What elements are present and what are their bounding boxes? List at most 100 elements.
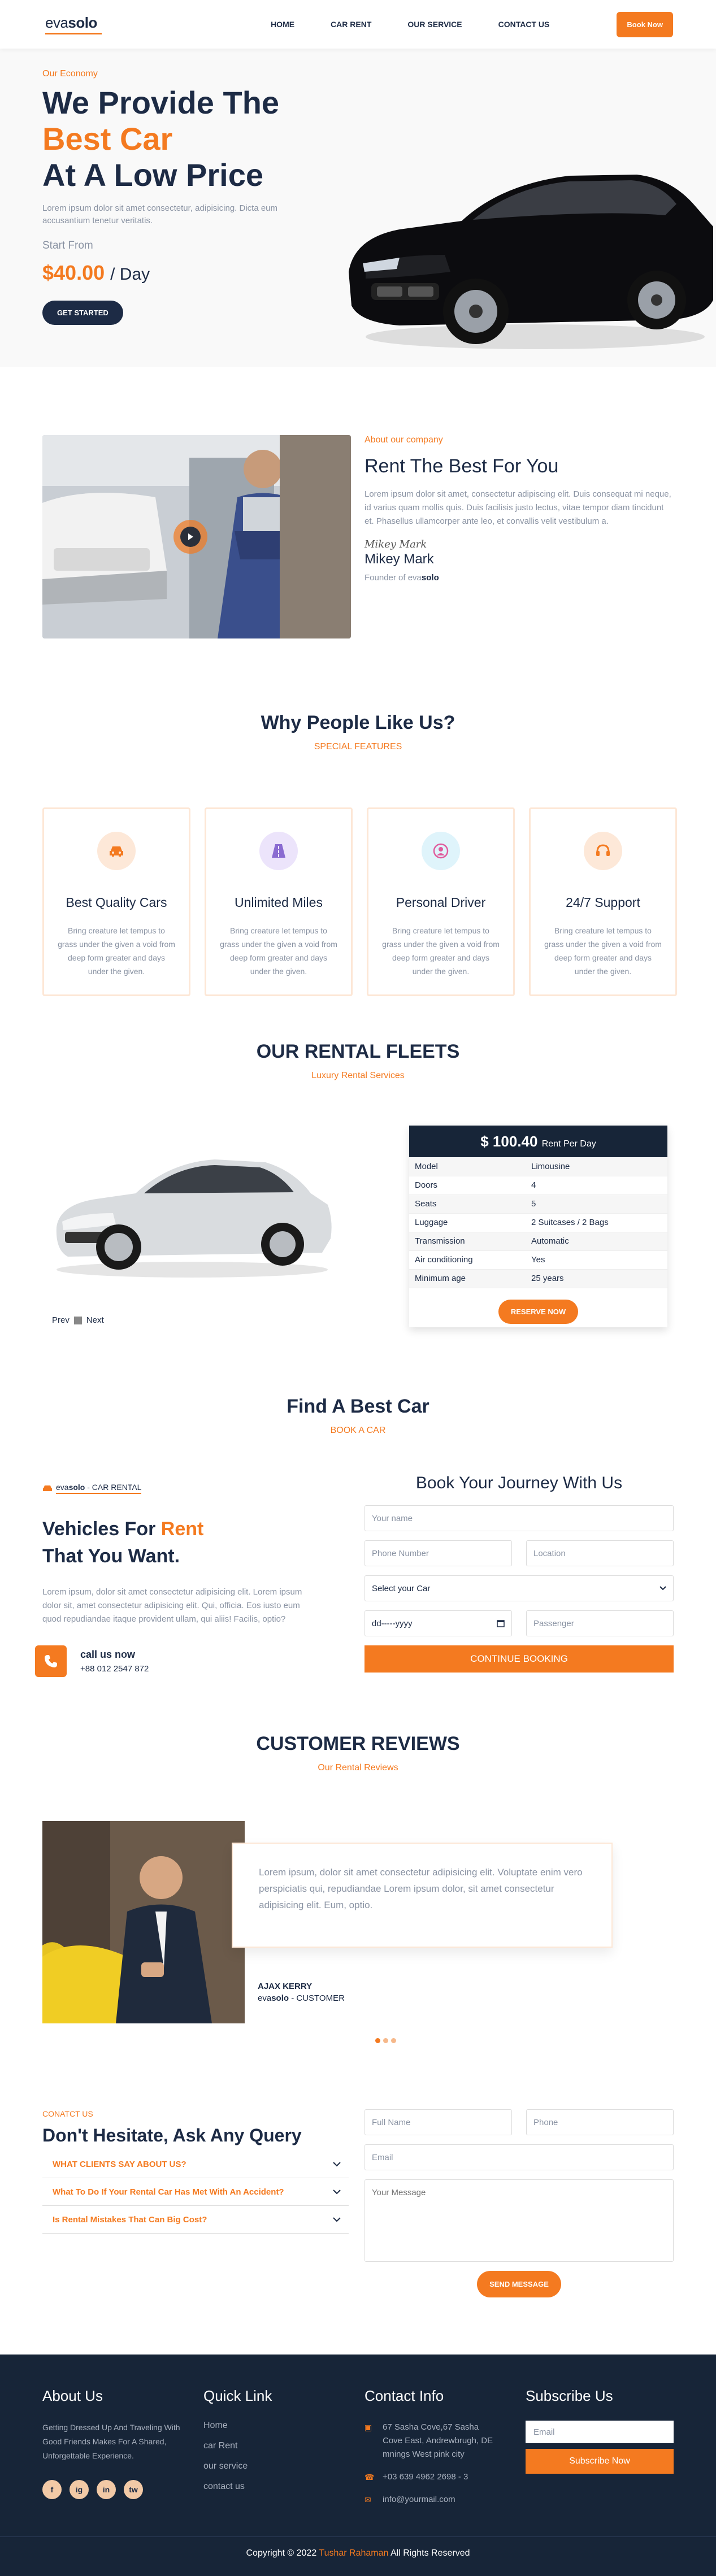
founder-role-brand: solo — [421, 573, 439, 583]
small-car-icon — [43, 1485, 52, 1491]
vehicles-heading-part1: Vehicles For — [42, 1518, 161, 1540]
instagram-icon[interactable]: ig — [70, 2480, 89, 2499]
spec-label: Minimum age — [409, 1269, 526, 1288]
twitter-icon[interactable]: tw — [124, 2480, 143, 2499]
reviewer-role-tail: - CUSTOMER — [289, 1993, 345, 2003]
hero-section: Our Economy We Provide The Best Car At A… — [0, 49, 716, 367]
founder-role-prefix: Founder of eva — [364, 573, 422, 583]
about-eyebrow: About our company — [364, 435, 443, 445]
nav-link-contact-us[interactable]: CONTACT US — [498, 20, 550, 29]
footer-link-car-rent[interactable]: car Rent — [203, 2441, 272, 2451]
copyright-author[interactable]: Tushar Rahaman — [319, 2548, 388, 2558]
contact-section: CONATCT US Don't Hesitate, Ask Any Query… — [0, 2075, 716, 2355]
continue-booking-button[interactable]: CONTINUE BOOKING — [364, 1645, 674, 1673]
footer-link-home[interactable]: Home — [203, 2421, 272, 2431]
founder-role: Founder of evasolo — [364, 573, 672, 583]
subscribe-email-input[interactable]: Email — [526, 2421, 674, 2443]
tag-brand-light: eva — [56, 1483, 69, 1492]
tag-brand-bold: solo — [68, 1483, 85, 1492]
hero-heading-line3: At A Low Price — [42, 157, 264, 193]
car-select[interactable]: Select your Car — [364, 1575, 674, 1601]
mechanic-photo — [42, 435, 351, 638]
contact-eyebrow: CONATCT US — [42, 2109, 93, 2118]
nav-link-car-rent[interactable]: CAR RENT — [331, 20, 371, 29]
location-input[interactable]: Location — [526, 1540, 674, 1566]
phone-input[interactable]: Phone Number — [364, 1540, 512, 1566]
faq-item[interactable]: Is Rental Mistakes That Can Big Cost? — [42, 2206, 349, 2234]
footer-phone[interactable]: ☎ +03 639 4962 2698 - 3 — [364, 2470, 500, 2484]
fleet-car-image — [56, 1159, 332, 1278]
carousel-dot[interactable] — [375, 2038, 380, 2043]
top-navbar: evasolo HOME CAR RENT OUR SERVICE CONTAC… — [0, 0, 716, 49]
location-icon: ▣ — [364, 2423, 372, 2432]
road-icon — [259, 832, 298, 870]
driver-icon — [422, 832, 460, 870]
reviewer-role-light: eva — [258, 1993, 272, 2003]
footer-link-contact-us[interactable]: contact us — [203, 2482, 272, 2492]
nav-link-our-service[interactable]: OUR SERVICE — [407, 20, 462, 29]
name-input[interactable]: Your name — [364, 1505, 674, 1531]
spec-label: Model — [409, 1157, 526, 1176]
spec-label: Doors — [409, 1176, 526, 1195]
spec-value: 25 years — [526, 1269, 667, 1288]
play-icon — [180, 527, 201, 547]
faq-item[interactable]: WHAT CLIENTS SAY ABOUT US? — [42, 2151, 349, 2178]
carousel-dot[interactable] — [383, 2038, 388, 2043]
table-row: Doors 4 — [409, 1176, 667, 1195]
subscribe-now-button[interactable]: Subscribe Now — [526, 2449, 674, 2474]
message-textarea[interactable] — [364, 2179, 674, 2262]
book-now-button[interactable]: Book Now — [617, 11, 673, 37]
table-row: Air conditioning Yes — [409, 1250, 667, 1270]
find-paragraph: Lorem ipsum, dolor sit amet consectetur … — [42, 1587, 302, 1624]
calendar-icon[interactable] — [497, 1619, 505, 1627]
logo-underline — [45, 33, 102, 34]
video-play-button[interactable] — [173, 520, 207, 554]
passenger-input[interactable]: Passenger — [526, 1610, 674, 1636]
copyright: Copyright © 2022 Tushar Rahaman All Righ… — [0, 2548, 716, 2558]
about-title: Rent The Best For You — [364, 455, 559, 477]
booking-form-title: Book Your Journey With Us — [415, 1474, 623, 1492]
footer-link-our-service[interactable]: our service — [203, 2461, 272, 2471]
phone-icon[interactable] — [35, 1645, 67, 1677]
facebook-icon[interactable]: f — [42, 2480, 62, 2499]
footer-email[interactable]: ✉ info@yourmail.com — [364, 2493, 500, 2507]
footer-contact-info: Contact Info ▣ 67 Sasha Cove,67 Sasha Cov… — [364, 2387, 500, 2516]
prev-button[interactable]: Prev — [52, 1315, 70, 1325]
contact-form: Full Name Phone Email SEND MESSAGE — [364, 2109, 674, 2297]
logo-light-text: eva — [45, 14, 68, 31]
phone-input[interactable]: Phone — [526, 2109, 674, 2135]
spec-value: 2 Suitcases / 2 Bags — [526, 1213, 667, 1232]
table-row: Seats 5 — [409, 1194, 667, 1214]
table-row: Luggage 2 Suitcases / 2 Bags — [409, 1213, 667, 1232]
reviewer-role-bold: solo — [271, 1993, 289, 2003]
review-carousel-dots — [375, 2038, 396, 2043]
next-button[interactable]: Next — [86, 1315, 104, 1325]
faq-item[interactable]: What To Do If Your Rental Car Has Met Wi… — [42, 2178, 349, 2206]
date-input[interactable]: dd-----yyyy — [364, 1610, 512, 1636]
brand-logo[interactable]: evasolo — [45, 14, 102, 34]
footer-about: About Us Getting Dressed Up And Travelin… — [42, 2387, 189, 2499]
faq-list: WHAT CLIENTS SAY ABOUT US? What To Do If… — [42, 2151, 349, 2234]
booking-row: dd-----yyyy Passenger — [364, 1610, 674, 1636]
footer-email-text: info@yourmail.com — [383, 2495, 455, 2504]
spec-table: Model Limousine Doors 4 Seats 5 Luggage 2 Su… — [409, 1157, 667, 1288]
about-section: About our company Rent The Best For You … — [0, 367, 716, 689]
find-car-section: Find A Best Car BOOK A CAR evasolo - CAR… — [0, 1396, 716, 1733]
linkedin-icon[interactable]: in — [97, 2480, 116, 2499]
call-us-phone[interactable]: +88 012 2547 872 — [80, 1664, 149, 1674]
booking-form: Book Your Journey With Us Your name Phon… — [364, 1474, 674, 1673]
get-started-button[interactable]: GET STARTED — [42, 301, 123, 325]
hero-description: Lorem ipsum dolor sit amet consectetur, … — [42, 203, 278, 225]
reviewer-name: AJAX KERRY — [258, 1982, 313, 1991]
feature-text: Bring creature let tempus to grass under… — [58, 926, 175, 976]
social-links: f ig in tw — [42, 2480, 189, 2499]
carousel-dot[interactable] — [391, 2038, 396, 2043]
nav-link-home[interactable]: HOME — [271, 20, 294, 29]
spec-value: 5 — [526, 1194, 667, 1214]
reserve-now-button[interactable]: RESERVE NOW — [498, 1299, 579, 1324]
send-message-button[interactable]: SEND MESSAGE — [477, 2271, 561, 2297]
full-name-input[interactable]: Full Name — [364, 2109, 512, 2135]
footer-about-text: Getting Dressed Up And Traveling With Go… — [42, 2423, 180, 2460]
reviews-section: CUSTOMER REVIEWS Our Rental Reviews Lore… — [0, 1733, 716, 2075]
email-field[interactable]: Email — [364, 2144, 674, 2170]
